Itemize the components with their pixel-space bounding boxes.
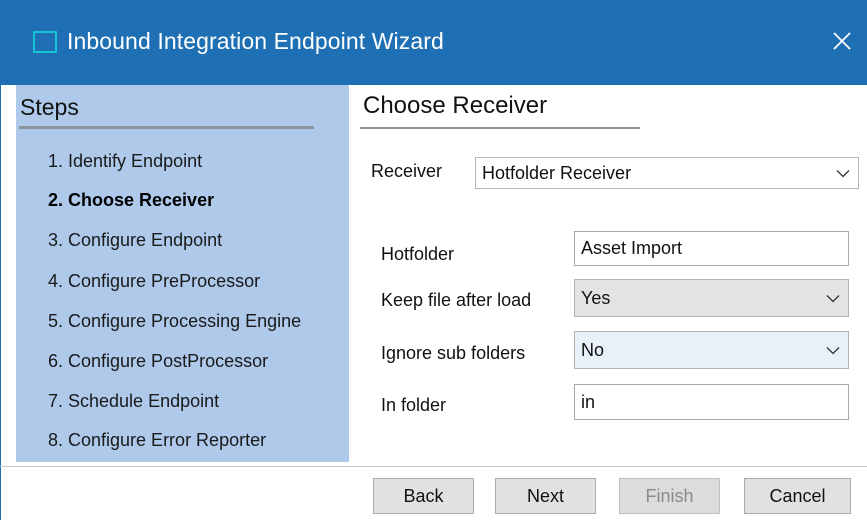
window-title: Inbound Integration Endpoint Wizard <box>67 28 444 54</box>
step-item-7: 7. Schedule Endpoint <box>48 391 220 411</box>
finish-button: Finish <box>619 478 720 514</box>
ignore-sub-select-value: No <box>581 339 605 360</box>
receiver-select[interactable]: Hotfolder Receiver <box>475 157 859 189</box>
receiver-select-value: Hotfolder Receiver <box>482 162 632 183</box>
step-item-6: 6. Configure PostProcessor <box>48 351 269 371</box>
window-border <box>0 85 1 520</box>
window-icon <box>33 31 57 53</box>
page-title: Choose Receiver <box>363 92 548 119</box>
steps-title: Steps <box>20 94 79 120</box>
close-icon <box>833 32 851 50</box>
chevron-down-icon <box>818 332 848 368</box>
step-item-2: 2. Choose Receiver <box>48 190 215 210</box>
in-folder-label: In folder <box>381 395 447 415</box>
ignore-sub-select[interactable]: No <box>574 331 849 369</box>
chevron-down-icon <box>818 280 848 316</box>
keep-file-select-value: Yes <box>581 287 611 308</box>
close-button[interactable] <box>825 24 859 58</box>
back-button[interactable]: Back <box>373 478 474 514</box>
in-folder-field[interactable]: in <box>574 384 849 420</box>
title-bar: Inbound Integration Endpoint Wizard <box>0 0 867 85</box>
steps-title-divider <box>19 126 314 129</box>
step-item-8: 8. Configure Error Reporter <box>48 430 267 450</box>
receiver-label: Receiver <box>371 161 443 181</box>
keep-file-select[interactable]: Yes <box>574 279 849 317</box>
step-item-3: 3. Configure Endpoint <box>48 230 223 250</box>
cancel-button[interactable]: Cancel <box>744 478 851 514</box>
step-item-4: 4. Configure PreProcessor <box>48 271 261 291</box>
hotfolder-field[interactable]: Asset Import <box>574 231 849 266</box>
chevron-down-icon <box>828 158 858 188</box>
keep-file-label: Keep file after load <box>381 290 532 310</box>
step-item-5: 5. Configure Processing Engine <box>48 311 302 331</box>
page-title-divider <box>360 127 640 129</box>
next-button[interactable]: Next <box>495 478 596 514</box>
ignore-sub-label: Ignore sub folders <box>381 343 526 363</box>
step-item-1: 1. Identify Endpoint <box>48 151 203 171</box>
footer-divider <box>0 466 867 467</box>
steps-panel: Steps 1. Identify Endpoint 2. Choose Rece… <box>16 85 349 462</box>
hotfolder-label: Hotfolder <box>381 244 455 264</box>
